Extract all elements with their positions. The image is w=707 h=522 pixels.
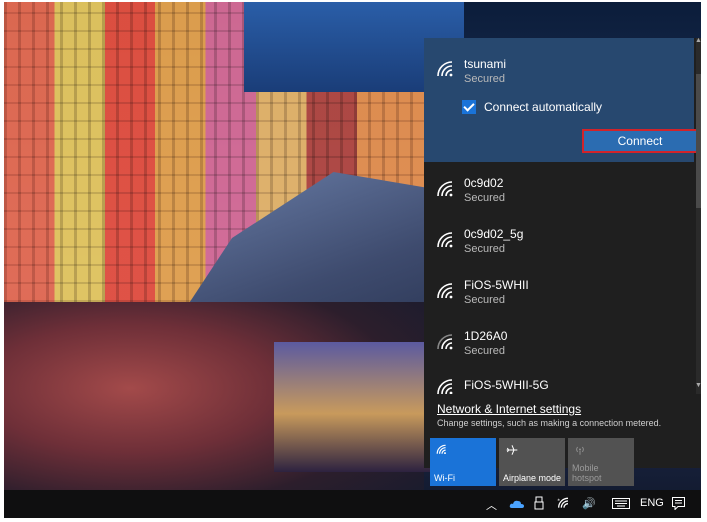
- wifi-signal-icon: [437, 334, 453, 350]
- connect-button[interactable]: Connect: [582, 129, 698, 153]
- network-status: Secured: [464, 294, 505, 306]
- onedrive-icon[interactable]: [509, 499, 525, 509]
- network-name: FiOS-5WHII-5G: [464, 378, 549, 392]
- hotspot-icon: [576, 446, 584, 455]
- tile-sublabel: Mobile: [572, 463, 599, 473]
- airplane-icon: [506, 445, 518, 455]
- network-name: tsunami: [464, 57, 507, 71]
- network-status: Secured: [464, 243, 505, 255]
- wallpaper-water: [274, 342, 434, 472]
- wifi-signal-icon: [437, 181, 453, 197]
- wifi-signal-icon: [437, 232, 453, 248]
- list-item[interactable]: 0c9d02 Secured: [424, 166, 694, 216]
- wifi-signal-icon: [437, 379, 453, 394]
- svg-text:*: *: [557, 498, 560, 504]
- network-name: 1D26A0: [464, 329, 508, 343]
- usb-icon[interactable]: [534, 496, 544, 510]
- wifi-toggle-tile[interactable]: Wi-Fi: [430, 438, 496, 486]
- mobile-hotspot-tile[interactable]: Mobile hotspot: [568, 438, 634, 486]
- network-settings-description: Change settings, such as making a connec…: [437, 418, 662, 428]
- network-name: 0c9d02: [464, 176, 504, 190]
- network-settings-link[interactable]: Network & Internet settings: [437, 402, 581, 416]
- network-status: Secured: [464, 345, 505, 357]
- airplane-mode-tile[interactable]: Airplane mode: [499, 438, 565, 486]
- list-item[interactable]: FiOS-5WHII Secured: [424, 268, 694, 318]
- network-flyout: tsunami Secured Connect automatically Co…: [424, 37, 701, 486]
- language-indicator[interactable]: ENG: [640, 497, 664, 509]
- network-status: Secured: [464, 192, 505, 204]
- wifi-icon: [436, 444, 446, 455]
- tile-label: Wi-Fi: [434, 473, 455, 483]
- list-item[interactable]: 0c9d02_5g Secured: [424, 217, 694, 267]
- volume-icon[interactable]: 🔊: [582, 497, 596, 510]
- selected-network[interactable]: tsunami Secured Connect automatically Co…: [424, 38, 698, 162]
- keyboard-icon[interactable]: [612, 498, 630, 509]
- connect-automatically-checkbox[interactable]: [462, 100, 476, 114]
- network-name: 0c9d02_5g: [464, 227, 524, 241]
- connect-automatically-label[interactable]: Connect automatically: [484, 100, 602, 114]
- network-list-scrollbar[interactable]: ▲ ▼: [695, 37, 701, 394]
- list-item[interactable]: FiOS-5WHII-5G: [424, 370, 694, 394]
- wifi-signal-icon: [437, 61, 453, 77]
- network-status: Secured: [464, 73, 505, 85]
- action-center-icon[interactable]: [672, 497, 685, 510]
- desktop: tsunami Secured Connect automatically Co…: [4, 2, 701, 518]
- network-name: FiOS-5WHII: [464, 278, 529, 292]
- taskbar: ︿ * 🔊 ENG: [4, 490, 701, 518]
- list-item[interactable]: 1D26A0 Secured: [424, 319, 694, 369]
- wifi-signal-icon: [437, 283, 453, 299]
- chevron-up-icon[interactable]: ▲: [695, 37, 701, 44]
- tile-label: Airplane mode: [503, 473, 562, 483]
- chevron-down-icon[interactable]: ▼: [695, 382, 701, 389]
- wifi-icon[interactable]: *: [557, 497, 571, 509]
- scrollbar-thumb[interactable]: [696, 74, 701, 208]
- tile-label: hotspot: [572, 473, 602, 483]
- chevron-up-icon[interactable]: ︿: [486, 497, 497, 513]
